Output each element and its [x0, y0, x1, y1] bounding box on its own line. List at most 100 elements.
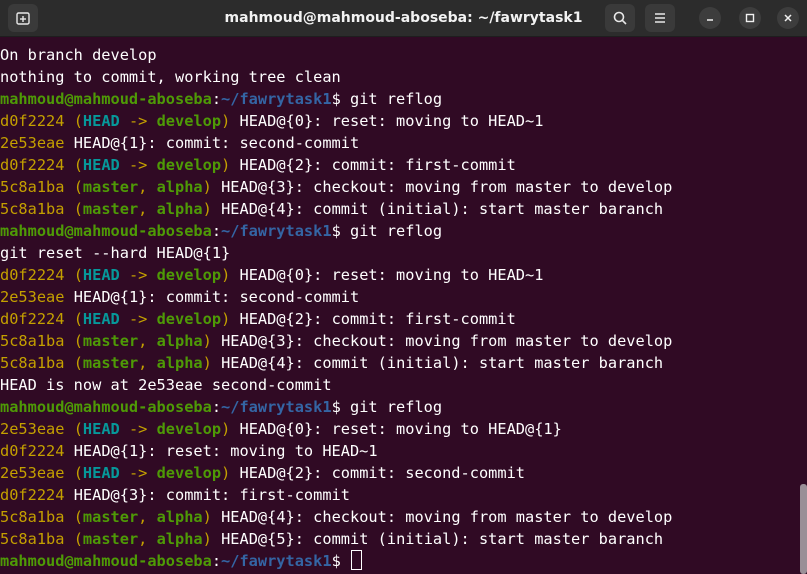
terminal-text: 2e53eae [0, 134, 74, 152]
terminal-text: , [138, 354, 157, 372]
terminal-text: develop [156, 310, 222, 328]
terminal-text: -> [119, 112, 157, 130]
terminal-text: 5c8a1ba [0, 530, 74, 548]
minimize-button[interactable] [699, 7, 721, 29]
terminal-text: HEAD [82, 156, 120, 174]
terminal-text: d0f2224 [0, 266, 74, 284]
terminal-text: ) [221, 420, 231, 438]
maximize-button[interactable] [739, 7, 761, 29]
terminal-text: mahmoud@mahmoud-aboseba [0, 90, 212, 108]
terminal-text: alpha [156, 178, 203, 196]
menu-button[interactable] [645, 4, 675, 32]
terminal-line: 5c8a1ba (master, alpha) HEAD@{3}: checko… [0, 330, 800, 352]
terminal-text: , [138, 332, 157, 350]
terminal-text: 5c8a1ba [0, 200, 74, 218]
terminal-text: ~/fawrytask1 [221, 90, 332, 108]
terminal-text: HEAD@{2}: commit: first-commit [230, 310, 516, 328]
terminal-text: ) [202, 508, 212, 526]
terminal-text: ( [73, 332, 83, 350]
terminal-text: $ git reflog [331, 222, 443, 240]
terminal-line: d0f2224 HEAD@{3}: commit: first-commit [0, 484, 800, 506]
terminal-text: ) [202, 332, 212, 350]
terminal-text: -> [119, 310, 157, 328]
terminal-text: -> [119, 156, 157, 174]
new-tab-button[interactable] [8, 4, 38, 32]
terminal-text: 5c8a1ba [0, 508, 74, 526]
terminal-text: ( [73, 464, 83, 482]
search-button[interactable] [605, 4, 635, 32]
terminal-text: ) [221, 156, 231, 174]
terminal-line: d0f2224 HEAD@{1}: reset: moving to HEAD~… [0, 440, 800, 462]
terminal-text: git reset --hard HEAD@{1} [0, 244, 231, 262]
terminal-text: ) [221, 310, 231, 328]
terminal-text: alpha [156, 354, 203, 372]
terminal-text: ( [73, 354, 83, 372]
terminal-cursor[interactable] [350, 550, 362, 570]
terminal-text: d0f2224 [0, 112, 74, 130]
terminal-text: d0f2224 [0, 442, 74, 460]
terminal-text: ( [73, 420, 83, 438]
terminal-line: 5c8a1ba (master, alpha) HEAD@{4}: checko… [0, 506, 800, 528]
terminal-text: HEAD [82, 310, 120, 328]
terminal-text: 2e53eae [0, 288, 74, 306]
minimize-icon [707, 19, 713, 21]
terminal-text: nothing to commit, working tree clean [0, 68, 341, 86]
terminal-text: master [82, 178, 139, 196]
hamburger-menu-icon [655, 13, 665, 23]
terminal-text: On branch develop [0, 46, 157, 64]
terminal-text: master [82, 354, 139, 372]
terminal-text: develop [156, 464, 222, 482]
terminal-line: HEAD is now at 2e53eae second-commit [0, 374, 800, 396]
terminal-line: 5c8a1ba (master, alpha) HEAD@{4}: commit… [0, 352, 800, 374]
terminal-text: HEAD@{2}: commit: second-commit [230, 464, 525, 482]
terminal-text: mahmoud@mahmoud-aboseba [0, 398, 212, 416]
terminal-line: 5c8a1ba (master, alpha) HEAD@{5}: commit… [0, 528, 800, 550]
terminal-text: ( [73, 200, 83, 218]
terminal-text: alpha [156, 200, 203, 218]
terminal-line: d0f2224 (HEAD -> develop) HEAD@{0}: rese… [0, 264, 800, 286]
terminal-text: HEAD@{3}: commit: first-commit [73, 486, 350, 504]
terminal-text: , [138, 508, 157, 526]
terminal-text: 5c8a1ba [0, 354, 74, 372]
terminal-text: ( [73, 508, 83, 526]
terminal-text: HEAD@{0}: reset: moving to HEAD@{1} [230, 420, 562, 438]
terminal-text: ( [73, 310, 83, 328]
terminal-text: ( [73, 266, 83, 284]
terminal-output[interactable]: On branch develop nothing to commit, work… [0, 44, 800, 574]
terminal-text: HEAD [82, 464, 120, 482]
terminal-text: ( [73, 530, 83, 548]
terminal-text: HEAD@{4}: checkout: moving from master t… [211, 508, 673, 526]
terminal-text: d0f2224 [0, 156, 74, 174]
terminal-text: : [211, 222, 222, 240]
terminal-text: HEAD@{2}: commit: first-commit [230, 156, 516, 174]
terminal-text: HEAD@{0}: reset: moving to HEAD~1 [230, 266, 544, 284]
terminal-text: ( [73, 156, 83, 174]
search-icon [613, 11, 627, 25]
terminal-text: HEAD is now at 2e53eae second-commit [0, 376, 332, 394]
terminal-text: ) [221, 266, 231, 284]
new-tab-icon [16, 12, 30, 25]
terminal-text: HEAD [82, 112, 120, 130]
terminal-text: d0f2224 [0, 310, 74, 328]
terminal-text: 5c8a1ba [0, 332, 74, 350]
terminal-text: master [82, 332, 139, 350]
terminal-text: : [211, 90, 222, 108]
terminal-text: develop [156, 156, 222, 174]
maximize-icon [745, 13, 755, 23]
terminal-text: master [82, 508, 139, 526]
terminal-text: mahmoud@mahmoud-aboseba [0, 552, 212, 570]
close-button[interactable] [777, 7, 799, 29]
terminal-text: alpha [156, 508, 203, 526]
terminal-line: git reset --hard HEAD@{1} [0, 242, 800, 264]
terminal-line: nothing to commit, working tree clean [0, 66, 800, 88]
scrollbar[interactable] [800, 484, 807, 574]
terminal-line: On branch develop [0, 44, 800, 66]
terminal-text: HEAD@{5}: commit (initial): start master… [211, 530, 664, 548]
terminal-text: 2e53eae [0, 464, 74, 482]
terminal-line: mahmoud@mahmoud-aboseba:~/fawrytask1$ [0, 550, 800, 572]
terminal-text: -> [119, 420, 157, 438]
terminal-text: ) [202, 200, 212, 218]
terminal-text: mahmoud@mahmoud-aboseba [0, 222, 212, 240]
title-bar[interactable]: mahmoud@mahmoud-aboseba: ~/fawrytask1 [0, 0, 807, 37]
terminal-text: : [211, 552, 222, 570]
